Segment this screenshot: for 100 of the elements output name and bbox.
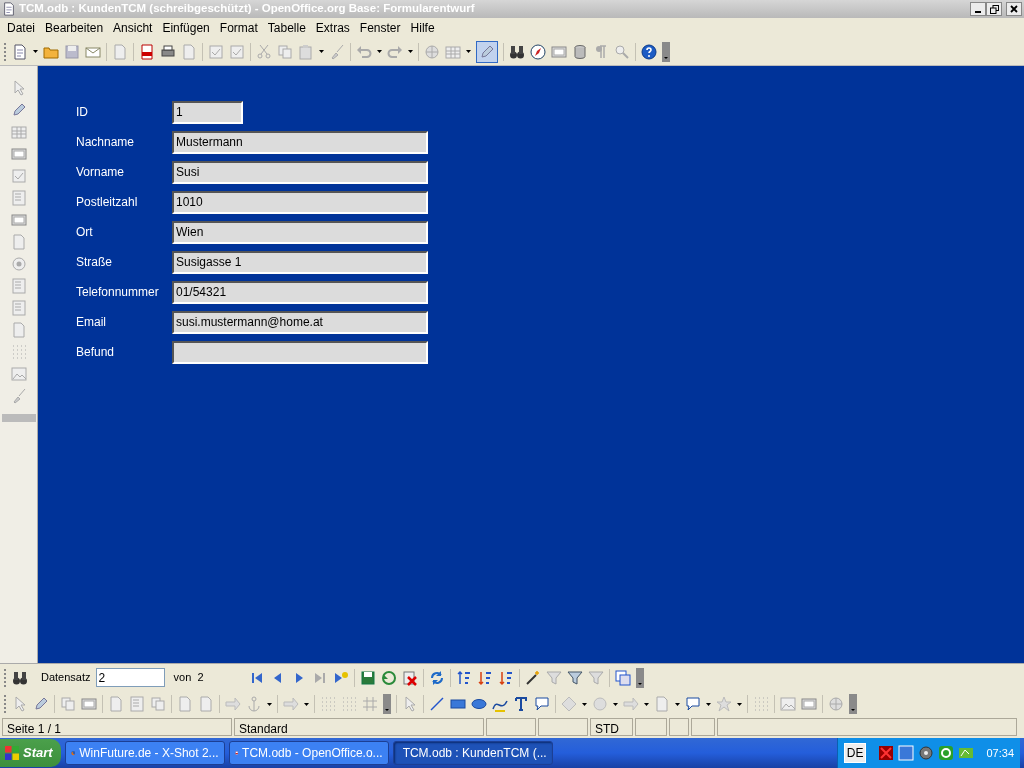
toolbar-overflow-icon[interactable] — [662, 41, 670, 62]
input-field[interactable]: 1010 — [172, 190, 428, 214]
dropdown-arrow-icon[interactable] — [319, 50, 324, 53]
dropdown-arrow-icon[interactable] — [377, 50, 382, 53]
remove-filter-icon[interactable] — [587, 669, 604, 686]
image-icon[interactable] — [780, 696, 796, 712]
new-record-icon[interactable] — [332, 669, 349, 686]
align-icon[interactable] — [283, 696, 299, 712]
table-icon[interactable] — [445, 43, 461, 60]
points-icon[interactable] — [753, 696, 769, 712]
image-icon[interactable] — [10, 366, 27, 382]
menu-item[interactable]: Ansicht — [108, 19, 158, 37]
paste-icon[interactable] — [298, 43, 314, 60]
callout-icon[interactable] — [534, 696, 550, 712]
menu-item[interactable]: Extras — [310, 19, 355, 37]
form-panel-icon[interactable] — [551, 43, 567, 60]
save-record-icon[interactable] — [359, 669, 376, 686]
list-box-icon[interactable] — [10, 278, 27, 294]
save-icon[interactable] — [64, 43, 80, 60]
anchor-icon[interactable] — [246, 696, 262, 712]
refresh-icon[interactable] — [428, 669, 445, 686]
page-preview-icon[interactable] — [181, 43, 197, 60]
diamond-icon[interactable] — [561, 696, 577, 712]
callout-icon[interactable] — [685, 696, 701, 712]
autofilter-icon[interactable] — [524, 669, 541, 686]
menu-item[interactable]: Bearbeiten — [40, 19, 109, 37]
dropdown-arrow-icon[interactable] — [267, 702, 272, 706]
star-icon[interactable] — [716, 696, 732, 712]
form-panel-icon[interactable] — [10, 212, 27, 228]
form-icon[interactable] — [177, 696, 193, 712]
menu-item[interactable]: Format — [214, 19, 263, 37]
text-field-icon[interactable] — [10, 190, 27, 206]
label-field-icon[interactable] — [10, 322, 27, 338]
pointer-icon[interactable] — [402, 696, 418, 712]
guides-icon[interactable] — [341, 696, 357, 712]
autospellcheck-icon[interactable] — [229, 43, 245, 60]
copy-icon[interactable] — [277, 43, 293, 60]
input-field[interactable]: 01/54321 — [172, 280, 428, 304]
line-icon[interactable] — [429, 696, 445, 712]
menu-item[interactable]: Einfügen — [157, 19, 215, 37]
design-mode-icon[interactable] — [10, 102, 27, 118]
push-button-icon[interactable] — [10, 234, 27, 250]
sort-ascending-icon[interactable] — [455, 669, 472, 686]
menu-item[interactable]: Hilfe — [405, 19, 440, 37]
menu-item[interactable]: Fenster — [354, 19, 406, 37]
grid-icon[interactable] — [362, 696, 378, 712]
compass-icon[interactable] — [530, 43, 546, 60]
close-button[interactable] — [1006, 2, 1022, 16]
sort-descending-icon[interactable] — [476, 669, 493, 686]
start-button[interactable]: Start — [0, 739, 61, 767]
panel-icon[interactable] — [10, 146, 27, 162]
record-number-field[interactable]: 2 — [95, 668, 165, 687]
flowchart-icon[interactable] — [654, 696, 670, 712]
dropdown-arrow-icon[interactable] — [466, 50, 471, 53]
dropdown-arrow-icon[interactable] — [737, 702, 742, 706]
data-to-text-icon[interactable] — [614, 669, 631, 686]
group-icon[interactable] — [81, 696, 97, 712]
checkbox-icon[interactable] — [10, 168, 27, 184]
input-field[interactable] — [172, 340, 428, 364]
dropdown-arrow-icon[interactable] — [675, 702, 680, 706]
menu-item[interactable]: Tabelle — [262, 19, 311, 37]
radio-button-icon[interactable] — [10, 256, 27, 272]
spellcheck-icon[interactable] — [208, 43, 224, 60]
new-document-icon[interactable] — [12, 43, 28, 60]
pdf-export-icon[interactable] — [139, 43, 155, 60]
ungroup-icon[interactable] — [150, 696, 166, 712]
help-icon[interactable] — [641, 43, 657, 60]
dropdown-arrow-icon[interactable] — [613, 702, 618, 706]
taskbar-button[interactable]: WinFuture.de - X-Shot 2... — [64, 741, 225, 765]
pilcrow-icon[interactable] — [593, 43, 609, 60]
table-icon[interactable] — [10, 124, 27, 140]
edit-file-icon[interactable] — [112, 43, 128, 60]
position-icon[interactable] — [225, 696, 241, 712]
edit-group-icon[interactable] — [108, 696, 124, 712]
extrusion-icon[interactable] — [828, 696, 844, 712]
language-indicator[interactable]: DE — [843, 743, 867, 763]
table-icon[interactable] — [129, 696, 145, 712]
undo-record-icon[interactable] — [380, 669, 397, 686]
design-mode-icon[interactable] — [33, 696, 49, 712]
pointer-icon[interactable] — [12, 696, 28, 712]
cut-icon[interactable] — [256, 43, 272, 60]
input-field[interactable]: Mustermann — [172, 130, 428, 154]
tray-app-icon[interactable] — [918, 745, 935, 761]
navigator-icon[interactable] — [424, 43, 440, 60]
printer-icon[interactable] — [160, 43, 176, 60]
binoculars-icon[interactable] — [12, 669, 28, 686]
taskbar-button[interactable]: TCM.odb : KundenTCM (... — [392, 741, 553, 765]
design-mode-icon[interactable] — [479, 43, 495, 60]
redo-icon[interactable] — [387, 43, 403, 60]
dropdown-arrow-icon[interactable] — [408, 50, 413, 53]
taskbar-button[interactable]: TCM.odb - OpenOffice.o... — [228, 741, 389, 765]
text-tool-icon[interactable] — [513, 696, 529, 712]
dropdown-arrow-icon[interactable] — [33, 50, 38, 53]
tray-app-icon[interactable] — [938, 745, 955, 761]
arrow-icon[interactable] — [623, 696, 639, 712]
brush-icon[interactable] — [329, 43, 345, 60]
tab-order-icon[interactable] — [198, 696, 214, 712]
menu-item[interactable]: Datei — [2, 19, 40, 37]
input-field[interactable]: Wien — [172, 220, 428, 244]
dropdown-arrow-icon[interactable] — [304, 702, 309, 706]
